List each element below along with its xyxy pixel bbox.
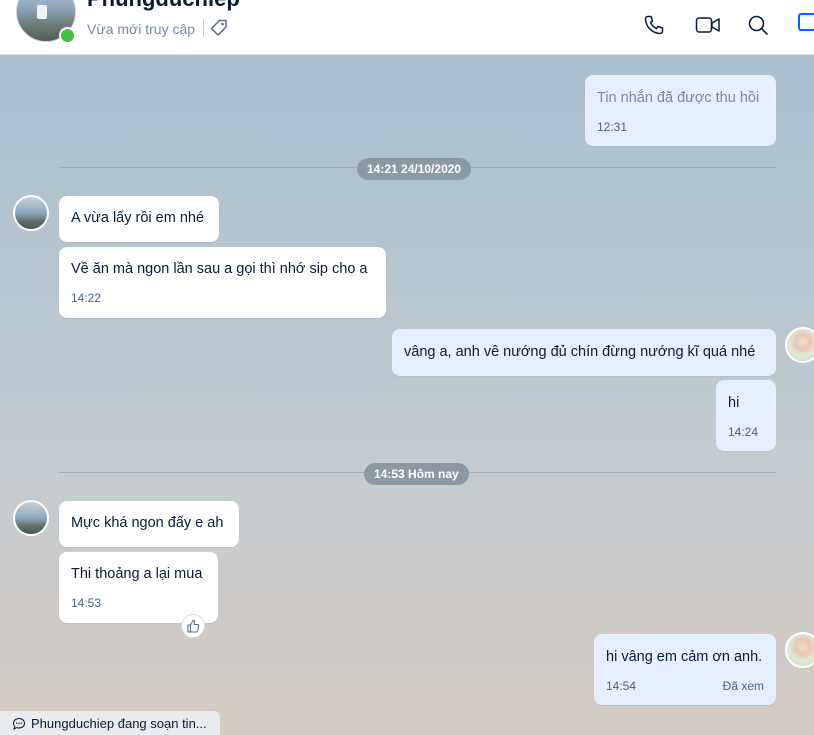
message-bubble-incoming[interactable]: Mực khá ngon đấy e ah — [59, 501, 239, 547]
message-bubble-outgoing[interactable]: hi vâng em cảm ơn anh. 14:54 Đã xem — [594, 634, 776, 705]
message-text: hi — [728, 395, 740, 411]
message-time: 14:53 — [71, 596, 102, 610]
status-divider — [203, 19, 204, 37]
message-text: Về ăn mà ngon lần sau a gọi thì nhớ sip … — [71, 261, 368, 277]
chat-bubble-icon — [12, 717, 26, 730]
seen-receipt: Đã xem — [722, 679, 764, 693]
video-call-icon[interactable] — [695, 13, 721, 37]
message-time: 14:54 — [606, 679, 637, 693]
message-text: Thi thoảng a lại mua — [71, 566, 203, 582]
contact-name[interactable]: Phungduchiep — [87, 0, 240, 12]
typing-text: Phungduchiep đang soạn tin... — [31, 716, 207, 731]
message-bubble-incoming[interactable]: Về ăn mà ngon lần sau a gọi thì nhớ sip … — [59, 247, 386, 318]
message-text: Tin nhắn đã được thu hồi — [597, 90, 760, 106]
online-status-dot — [59, 27, 76, 44]
sidebar-toggle-icon[interactable] — [798, 13, 814, 31]
message-bubble-outgoing[interactable]: hi 14:24 — [716, 380, 776, 451]
date-divider: 14:53 Hôm nay — [364, 463, 469, 485]
sender-avatar[interactable] — [13, 195, 49, 231]
message-list[interactable]: Tin nhắn đã được thu hồi 12:31 14:21 24/… — [0, 55, 814, 735]
message-bubble-incoming[interactable]: Thi thoảng a lại mua 14:53 — [59, 552, 218, 623]
message-bubble-outgoing[interactable]: vâng a, anh vê nướng đủ chín đừng nướng … — [392, 329, 776, 376]
message-time: 14:24 — [728, 425, 759, 439]
message-text: A vừa lấy rồi em nhé — [71, 210, 205, 226]
date-divider: 14:21 24/10/2020 — [357, 158, 472, 180]
phone-icon[interactable] — [642, 13, 666, 37]
message-time: 14:22 — [71, 291, 102, 305]
thumbs-up-icon — [187, 619, 200, 633]
like-reaction-button[interactable] — [181, 614, 205, 638]
typing-indicator: Phungduchiep đang soạn tin... — [0, 711, 220, 735]
message-bubble-outgoing[interactable]: Tin nhắn đã được thu hồi 12:31 — [585, 75, 776, 146]
message-text: vâng a, anh vê nướng đủ chín đừng nướng … — [404, 344, 756, 360]
contact-status: Vừa mới truy cập — [87, 21, 196, 37]
chat-header: Phungduchiep Vừa mới truy cập — [0, 0, 814, 55]
tag-icon[interactable] — [210, 19, 228, 37]
my-avatar[interactable] — [785, 632, 814, 668]
my-avatar[interactable] — [785, 327, 814, 363]
message-text: Mực khá ngon đấy e ah — [71, 515, 224, 531]
search-icon[interactable] — [746, 13, 770, 37]
sender-avatar[interactable] — [13, 500, 49, 536]
message-bubble-incoming[interactable]: A vừa lấy rồi em nhé — [59, 196, 219, 242]
message-text: hi vâng em cảm ơn anh. — [606, 649, 763, 665]
message-time: 12:31 — [597, 120, 628, 134]
